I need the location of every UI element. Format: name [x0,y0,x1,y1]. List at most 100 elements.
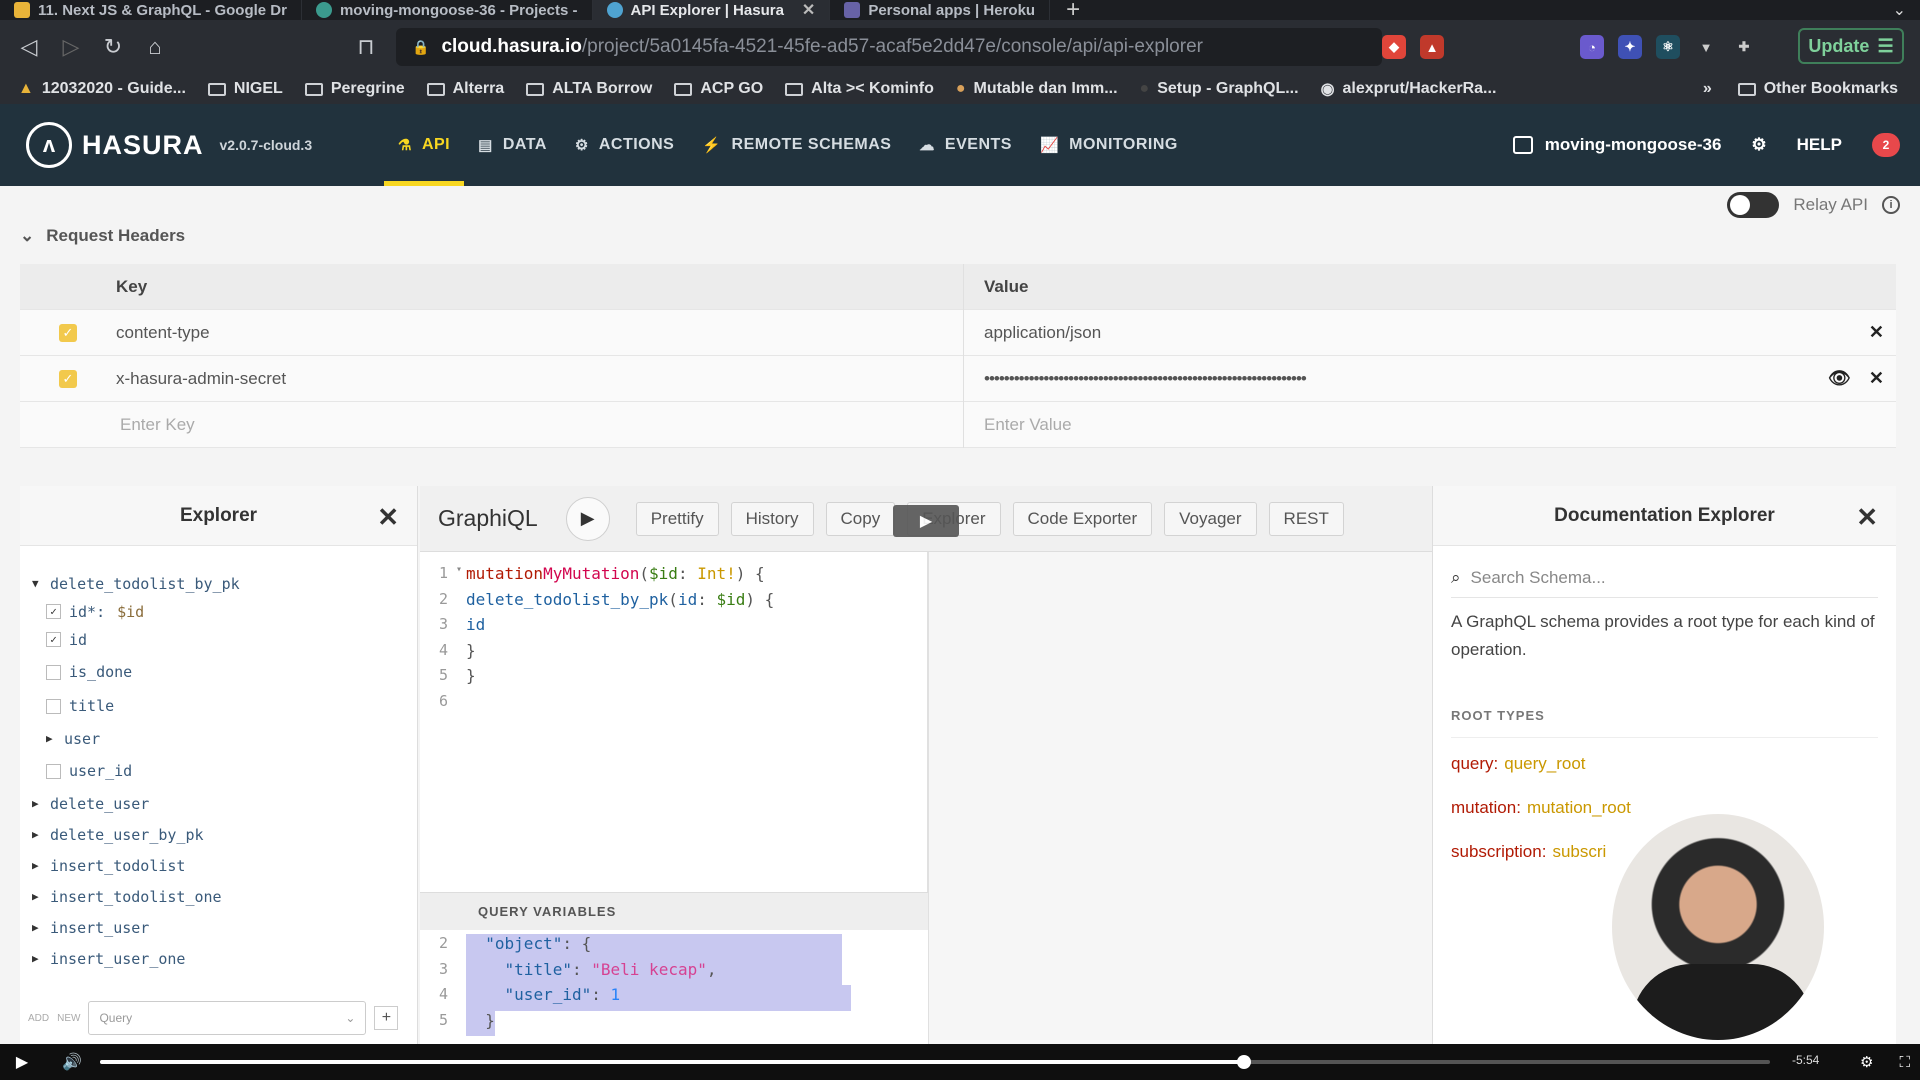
extension-icon[interactable]: ✦ [1618,35,1642,59]
tab-monitoring[interactable]: 📈 MONITORING [1026,104,1192,186]
browser-tab-active[interactable]: API Explorer | Hasura ✕ [592,0,831,20]
request-headers-toggle[interactable]: ⌄ Request Headers [20,226,185,246]
checkbox[interactable] [46,698,61,714]
bookmark-item[interactable]: ● Setup - GraphQL... [1140,80,1299,98]
checkbox[interactable] [46,664,61,680]
tree-item[interactable]: ▶ insert_user [32,912,417,943]
add-operation-button[interactable]: + [374,1006,399,1030]
header-value-field[interactable]: ••••••••••••••••••••••••••••••••••••••••… [964,356,1816,402]
new-tab-button[interactable]: + [1050,0,1096,23]
play-icon[interactable]: ▶ [0,1052,44,1072]
window-menu-icon[interactable]: ⌄ [1893,0,1906,20]
checkbox[interactable] [46,763,61,779]
operation-type-select[interactable]: Query ⌄ [88,1001,367,1035]
checkbox[interactable]: ✓ [46,604,61,619]
new-header-value-input[interactable]: Enter Value [964,402,1896,448]
bookmark-folder[interactable]: Peregrine [304,80,405,98]
tab-api[interactable]: ⚗ API [384,104,465,186]
vue-devtools-icon[interactable]: ▼ [1694,35,1718,59]
fullscreen-icon[interactable]: ⛶ [1899,1054,1910,1071]
tree-item-root[interactable]: ▼ delete_todolist_by_pk [32,568,417,599]
browser-tab[interactable]: 11. Next JS & GraphQL - Google Dr [0,0,302,20]
other-bookmarks[interactable]: Other Bookmarks [1737,80,1898,98]
home-icon[interactable]: ⌂ [134,20,176,74]
tree-item[interactable]: ▶ insert_user_one [32,943,417,974]
schema-search-input[interactable]: ⌕ Search Schema... [1451,558,1878,598]
query-variables-title[interactable]: QUERY VARIABLES [420,892,928,930]
tree-arg[interactable]: ✓ id*: $id [32,599,417,624]
bookmark-item[interactable]: ◉ alexprut/HackerRa... [1321,79,1497,99]
video-progress-handle[interactable] [1236,1055,1251,1069]
info-icon[interactable]: i [1882,196,1900,214]
notification-badge[interactable]: 2 [1872,133,1900,157]
tab-events[interactable]: ☁ EVENTS [905,104,1026,186]
relay-api-toggle[interactable] [1727,192,1780,218]
bookmark-folder[interactable]: Alterra [426,80,504,98]
extension-icon[interactable]: ◔ [1580,35,1604,59]
prettify-button[interactable]: Prettify [635,501,719,536]
settings-icon[interactable]: ⚙ [1860,1053,1873,1071]
header-key-field[interactable]: x-hasura-admin-secret [116,355,964,402]
browser-tab[interactable]: Personal apps | Heroku [830,0,1051,20]
video-progress-bar[interactable] [100,1055,1770,1069]
checkbox[interactable]: ✓ [46,632,61,647]
rest-button[interactable]: REST [1268,501,1344,536]
close-icon[interactable]: ✕ [1856,502,1878,533]
execute-query-button[interactable]: ▶ [565,496,610,541]
query-editor[interactable]: 1 ▾ mutation MyMutation($id: Int!) { 2 de… [420,552,928,892]
voyager-button[interactable]: Voyager [1164,501,1257,536]
code-exporter-button[interactable]: Code Exporter [1012,501,1153,536]
remove-header-icon[interactable]: ✕ [1869,368,1884,389]
header-value-field[interactable]: application/json [964,310,1816,356]
bookmark-item[interactable]: ▲ 12032020 - Guide... [18,80,186,98]
forward-icon[interactable]: ▷ [50,20,92,74]
close-tab-icon[interactable]: ✕ [802,0,815,20]
brave-shield-icon[interactable]: ◆ [1382,35,1406,59]
update-button[interactable]: Update ☰ [1798,28,1904,64]
tab-data[interactable]: ▤ DATA [464,104,561,186]
tree-item[interactable]: ▶ delete_user [32,788,417,819]
tree-item[interactable]: ▶ insert_todolist_one [32,881,417,912]
remove-header-icon[interactable]: ✕ [1869,322,1884,343]
tree-field[interactable]: ▶ user [32,723,417,754]
bookmark-item[interactable]: ● Mutable dan Imm... [956,80,1118,98]
video-center-play-button[interactable]: ▶ [893,505,959,537]
brave-rewards-icon[interactable]: ▲ [1420,35,1444,59]
result-pane[interactable] [928,552,1432,1044]
browser-tab[interactable]: moving-mongoose-36 - Projects - [302,0,593,20]
reload-icon[interactable]: ↻ [92,20,134,74]
bookmark-icon[interactable]: ⊓ [345,20,387,74]
project-selector[interactable]: moving-mongoose-36 [1512,135,1721,155]
query-root-link[interactable]: query_root [1504,754,1585,782]
copy-button[interactable]: Copy [825,501,896,536]
header-key-field[interactable]: content-type [116,309,964,356]
header-enabled-checkbox[interactable]: ✓ [59,369,77,388]
tab-actions[interactable]: ⚙ ACTIONS [561,104,688,186]
puzzle-icon[interactable]: ✚ [1732,35,1756,59]
help-link[interactable]: HELP [1797,135,1842,155]
url-field[interactable]: 🔒 cloud.hasura.io/project/5a0145fa-4521-… [396,28,1382,66]
tree-field[interactable]: title [32,689,417,723]
more-bookmarks-button[interactable]: » [1703,80,1712,98]
bookmark-folder[interactable]: ALTA Borrow [526,80,652,98]
settings-icon[interactable]: ⚙ [1751,135,1766,155]
query-variables-editor[interactable]: 2 "object": { 3 "title": "Beli kecap", 4… [420,930,928,1044]
eye-icon[interactable]: 👁 [1828,368,1851,389]
tree-field[interactable]: is_done [32,655,417,689]
tab-remote-schemas[interactable]: ⚡ REMOTE SCHEMAS [688,104,905,186]
back-icon[interactable]: ◁ [8,20,50,74]
mutation-root-link[interactable]: mutation_root [1527,798,1631,826]
bookmark-folder[interactable]: ACP GO [674,80,763,98]
bookmark-folder[interactable]: Alta >< Kominfo [785,80,934,98]
header-enabled-checkbox[interactable]: ✓ [59,323,77,342]
tree-field[interactable]: ✓ id [32,624,417,655]
volume-icon[interactable]: 🔊 [50,1052,94,1072]
tree-field[interactable]: user_id [32,754,417,788]
close-icon[interactable]: ✕ [377,502,399,533]
tree-item[interactable]: ▶ insert_todolist [32,850,417,881]
bookmark-folder[interactable]: NIGEL [207,80,283,98]
brand[interactable]: ʌ HASURA v2.0.7-cloud.3 [26,122,312,168]
react-devtools-icon[interactable]: ⚛ [1656,35,1680,59]
history-button[interactable]: History [730,501,814,536]
tree-item[interactable]: ▶ delete_user_by_pk [32,819,417,850]
